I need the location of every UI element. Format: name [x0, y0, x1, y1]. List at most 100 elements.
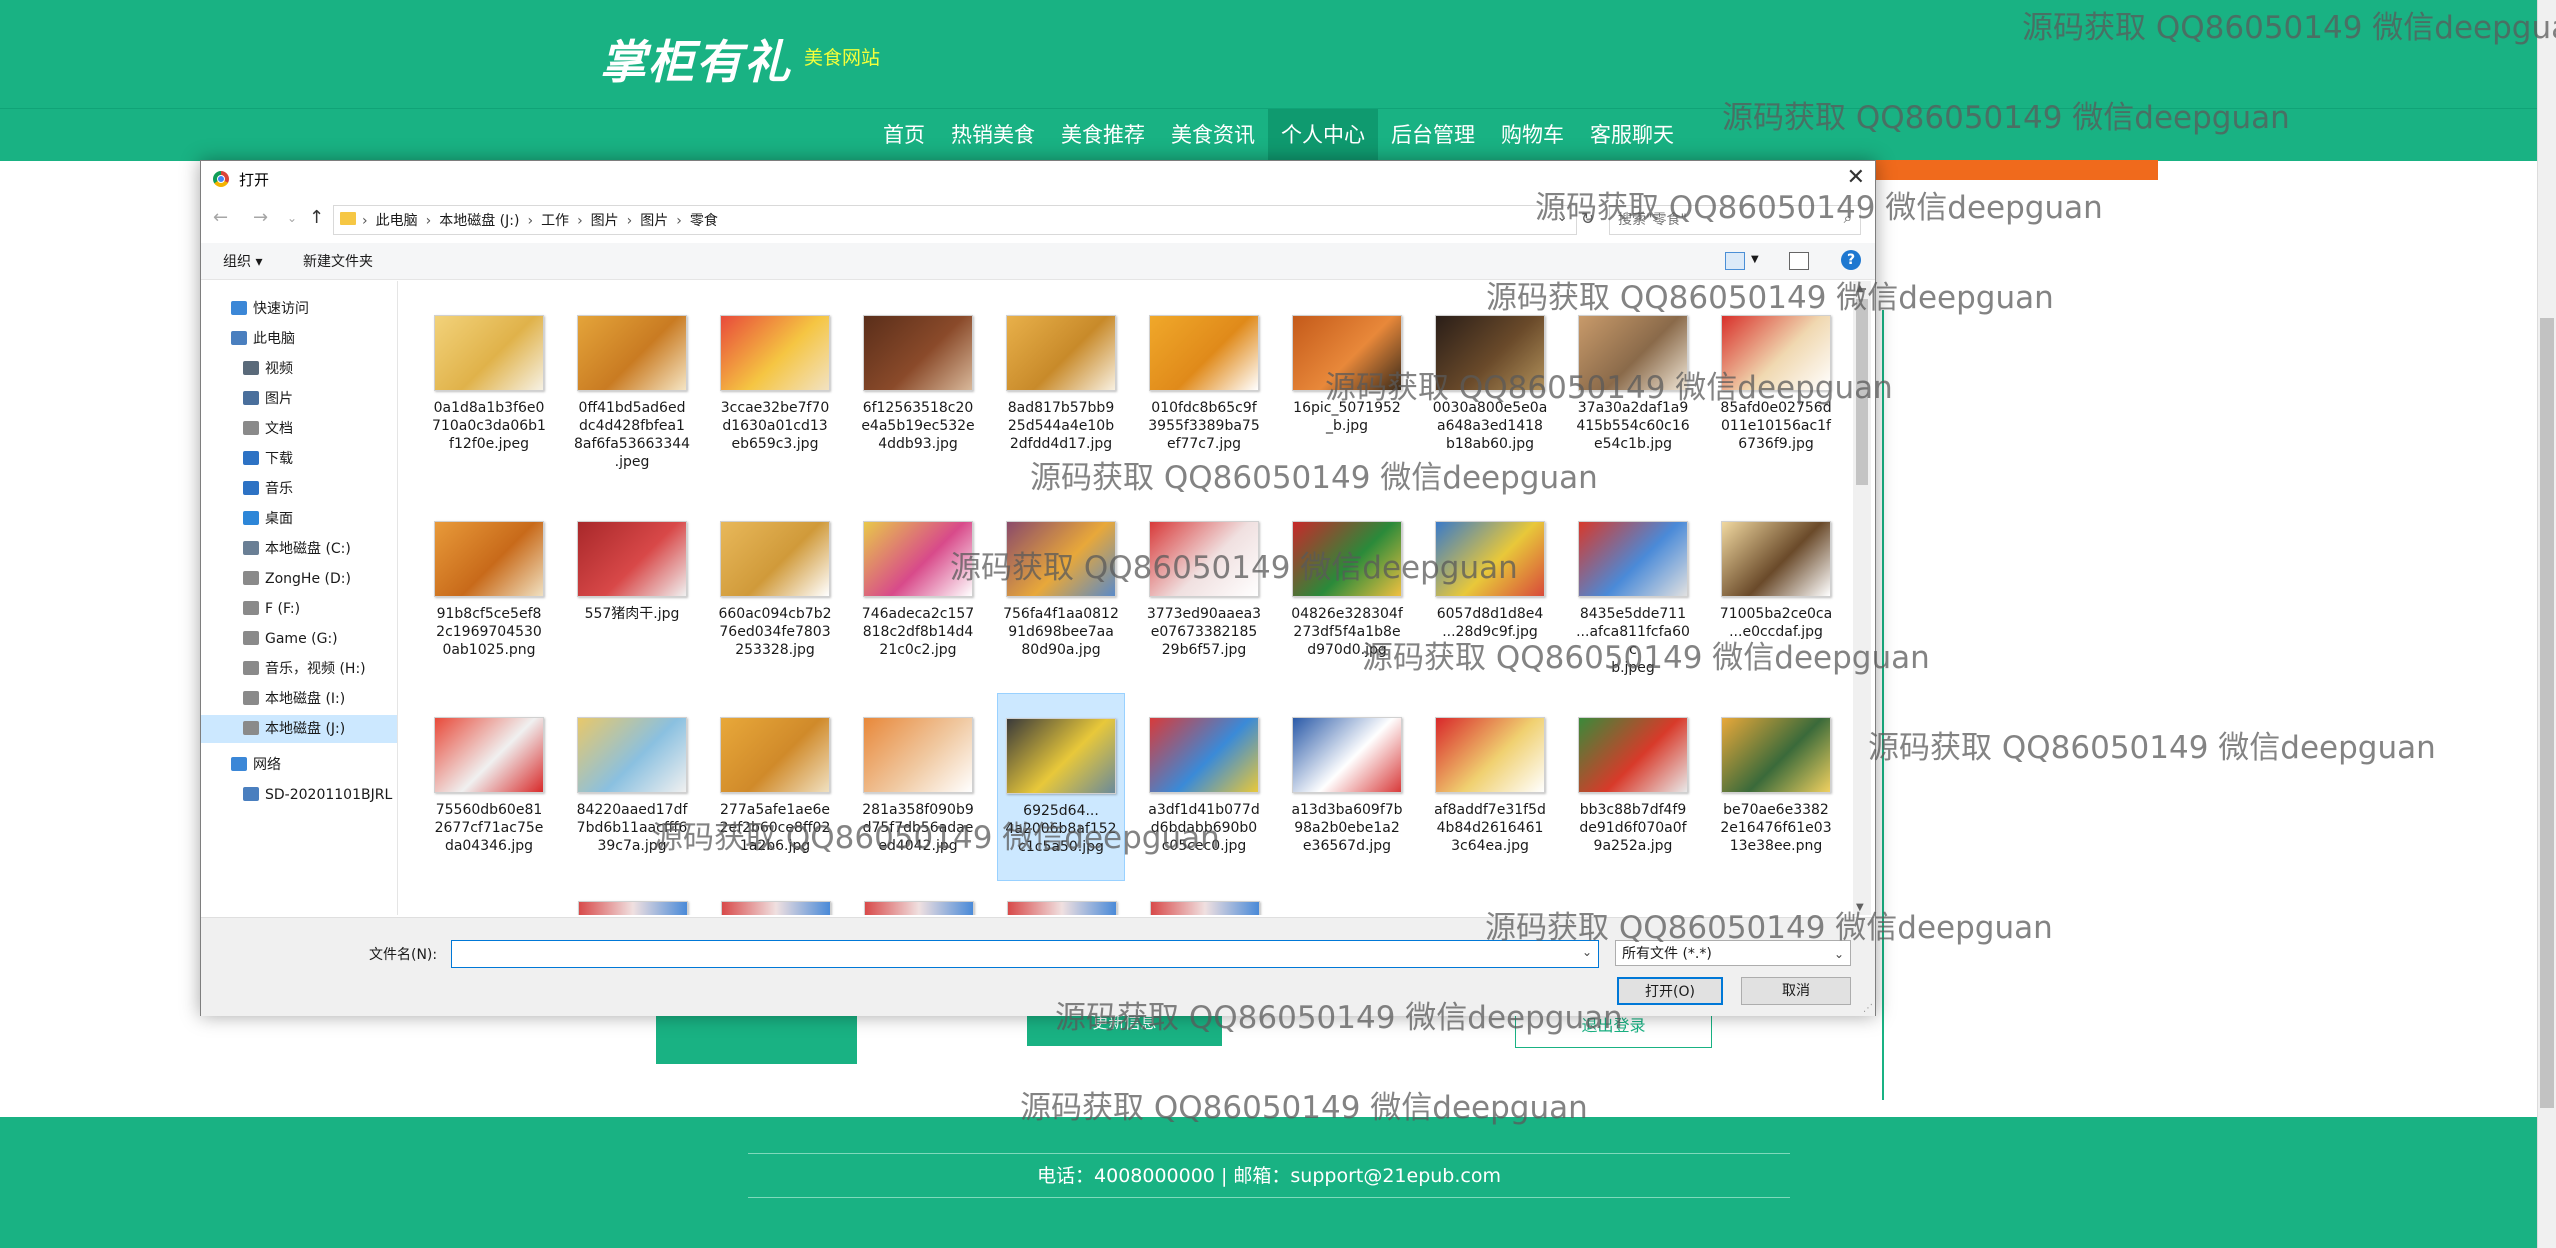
search-box[interactable]: ⌕: [1609, 205, 1861, 235]
file-item[interactable]: a3df1d41b077d d6bdabb690b0 c05cec0.jpg: [1140, 693, 1268, 881]
nav-pane-item[interactable]: Game (G:): [201, 625, 397, 653]
breadcrumb-separator-icon[interactable]: ›: [362, 213, 368, 229]
preview-pane-icon[interactable]: [1789, 252, 1809, 270]
file-item[interactable]: 281a358f090b9 d75f7db56adae ed4042.jpg: [854, 693, 982, 881]
breadcrumb-separator-icon[interactable]: ›: [627, 213, 633, 229]
nav-pane-item[interactable]: 文档: [201, 415, 397, 443]
nav-pane-item[interactable]: 本地磁盘 (J:): [201, 715, 397, 743]
file-item[interactable]: 746adeca2c157 818c2df8b14d4 21c0c2.jpg: [854, 497, 982, 685]
help-icon[interactable]: ?: [1841, 250, 1861, 270]
open-button[interactable]: 打开(O): [1617, 977, 1723, 1005]
nav-item[interactable]: 美食资讯: [1158, 109, 1268, 161]
scroll-down-icon[interactable]: ▼: [1856, 902, 1864, 913]
new-folder-button[interactable]: 新建文件夹: [303, 251, 373, 271]
recent-locations-icon[interactable]: ⌄: [287, 211, 297, 225]
breadcrumb-separator-icon[interactable]: ›: [577, 213, 583, 229]
file-item[interactable]: a13d3ba609f7b 98a2b0ebe1a2 e36567d.jpg: [1283, 693, 1411, 881]
file-item[interactable]: 37a30a2daf1a9 415b554c60c16 e54c1b.jpg: [1569, 291, 1697, 479]
breadcrumb-item[interactable]: 此电脑: [376, 213, 418, 229]
breadcrumb-item[interactable]: 图片: [640, 213, 668, 229]
nav-pane-item[interactable]: ZongHe (D:): [201, 565, 397, 593]
nav-pane-item[interactable]: 本地磁盘 (C:): [201, 535, 397, 563]
file-item[interactable]: 75560db60e81 2677cf71ac75e da04346.jpg: [425, 693, 553, 881]
file-item[interactable]: 557猪肉干.jpg: [568, 497, 696, 685]
scroll-up-icon[interactable]: ▲: [1856, 283, 1864, 294]
nav-pane-item[interactable]: 图片: [201, 385, 397, 413]
avatar-upload-block[interactable]: [656, 1012, 857, 1064]
file-type-select[interactable]: 所有文件 (*.*) ⌄: [1615, 940, 1851, 966]
nav-pane-label: 文档: [265, 421, 293, 437]
file-item[interactable]: af8addf7e31f5d 4b84d2616461 3c64ea.jpg: [1426, 693, 1554, 881]
nav-item[interactable]: 后台管理: [1378, 109, 1488, 161]
file-item[interactable]: 277a5afe1ae6e 2ef2b60ce8ff02 1a2b6.jpg: [711, 693, 839, 881]
nav-pane-item[interactable]: SD-20201101BJRL: [201, 781, 397, 809]
file-list-scrollbar[interactable]: ▲ ▼: [1853, 281, 1871, 915]
view-dropdown-icon[interactable]: ▼: [1751, 254, 1759, 265]
chevron-down-icon[interactable]: ⌄: [1556, 209, 1568, 225]
breadcrumb-separator-icon[interactable]: ›: [527, 213, 533, 229]
nav-pane-item[interactable]: 本地磁盘 (I:): [201, 685, 397, 713]
organize-menu[interactable]: 组织 ▾: [223, 251, 262, 271]
change-view-icon[interactable]: [1725, 252, 1745, 270]
filename-field[interactable]: ⌄: [451, 940, 1599, 968]
file-item[interactable]: 0a1d8a1b3f6e0 710a0c3da06b1 f12f0e.jpeg: [425, 291, 553, 479]
nav-pane-item[interactable]: 视频: [201, 355, 397, 383]
resize-grip-icon[interactable]: ⋰: [1863, 1003, 1873, 1014]
file-item[interactable]: 6925d64... 4a2006b8af152 c1c5a50.jpg: [997, 693, 1125, 881]
breadcrumb-separator-icon[interactable]: ›: [426, 213, 432, 229]
file-item[interactable]: 6057d8d1d8e4 ...28d9c9f.jpg: [1426, 497, 1554, 685]
file-item[interactable]: 660ac094cb7b2 76ed034fe7803 253328.jpg: [711, 497, 839, 685]
file-list-scrollbar-thumb[interactable]: [1856, 299, 1868, 485]
back-arrow-icon[interactable]: ←: [213, 207, 228, 228]
file-item[interactable]: 84220aaed17df 7bd6b11aacfff6 39c7a.jpg: [568, 693, 696, 881]
file-item[interactable]: 91b8cf5ce5ef8 2c1969704530 0ab1025.png: [425, 497, 553, 685]
file-item[interactable]: 16pic_5071952 _b.jpg: [1283, 291, 1411, 479]
file-item[interactable]: bb3c88b7df4f9 de91d6f070a0f 9a252a.jpg: [1569, 693, 1697, 881]
filename-input[interactable]: [452, 941, 1598, 967]
nav-pane-item[interactable]: 桌面: [201, 505, 397, 533]
nav-pane-item[interactable]: 网络: [201, 751, 397, 779]
file-item[interactable]: 3773ed90aaea3 e07673382185 29b6f57.jpg: [1140, 497, 1268, 685]
nav-pane-item[interactable]: 下载: [201, 445, 397, 473]
breadcrumb-item[interactable]: 图片: [591, 213, 619, 229]
refresh-icon[interactable]: ↻: [1581, 209, 1594, 228]
nav-item[interactable]: 美食推荐: [1048, 109, 1158, 161]
nav-pane-item[interactable]: 此电脑: [201, 325, 397, 353]
page-scrollbar[interactable]: [2537, 0, 2556, 1248]
nav-item[interactable]: 购物车: [1488, 109, 1577, 161]
file-item[interactable]: 8435e5dde711 ...afca811fcfa60c b.jpeg: [1569, 497, 1697, 685]
file-item[interactable]: 0ff41bd5ad6ed dc4d428fbfea1 8af6fa53663344…: [568, 291, 696, 479]
nav-item[interactable]: 热销美食: [938, 109, 1048, 161]
search-input[interactable]: [1616, 209, 1830, 231]
file-item[interactable]: 010fdc8b65c9f 3955f3389ba75 ef77c7.jpg: [1140, 291, 1268, 479]
file-item[interactable]: 3ccae32be7f70 d1630a01cd13 eb659c3.jpg: [711, 291, 839, 479]
breadcrumb-separator-icon[interactable]: ›: [676, 213, 682, 229]
nav-pane-item[interactable]: 快速访问: [201, 295, 397, 323]
cancel-button[interactable]: 取消: [1741, 977, 1851, 1005]
file-item[interactable]: 6f12563518c20 e4a5b19ec532e 4ddb93.jpg: [854, 291, 982, 479]
file-item[interactable]: 71005ba2ce0ca ...e0ccdaf.jpg: [1712, 497, 1840, 685]
nav-item[interactable]: 首页: [870, 109, 938, 161]
nav-item[interactable]: 个人中心: [1268, 109, 1378, 161]
address-bar[interactable]: › 此电脑 › 本地磁盘 (J:) › 工作 › 图片 › 图片 › 零食 ⌄: [333, 205, 1577, 235]
nav-pane-item[interactable]: F (F:): [201, 595, 397, 623]
file-item[interactable]: be70ae6e3382 2e16476f61e03 13e38ee.png: [1712, 693, 1840, 881]
dialog-titlebar[interactable]: 打开 ✕: [201, 161, 1875, 197]
breadcrumb-item[interactable]: 零食: [690, 213, 718, 229]
close-icon[interactable]: ✕: [1847, 165, 1865, 190]
breadcrumb-item[interactable]: 本地磁盘 (J:): [439, 213, 519, 229]
forward-arrow-icon[interactable]: →: [253, 207, 268, 228]
file-item[interactable]: 756fa4f1aa0812 91d698bee7aa 80d90a.jpg: [997, 497, 1125, 685]
file-item[interactable]: 85afd0e02756d 011e10156ac1f 6736f9.jpg: [1712, 291, 1840, 479]
site-logo[interactable]: 掌柜有礼 美食网站: [600, 26, 880, 92]
nav-pane-item[interactable]: 音乐，视频 (H:): [201, 655, 397, 683]
file-item[interactable]: 0030a800e5e0a a648a3ed1418 b18ab60.jpg: [1426, 291, 1554, 479]
file-item[interactable]: 04826e328304f 273df5f4a1b8e d970d0.jpg: [1283, 497, 1411, 685]
page-scrollbar-thumb[interactable]: [2540, 318, 2554, 1108]
breadcrumb-item[interactable]: 工作: [541, 213, 569, 229]
file-item[interactable]: 8ad817b57bb9 25d544a4e10b 2dfdd4d17.jpg: [997, 291, 1125, 479]
nav-pane-item[interactable]: 音乐: [201, 475, 397, 503]
up-arrow-icon[interactable]: ↑: [309, 207, 324, 228]
filename-dropdown-icon[interactable]: ⌄: [1582, 945, 1592, 959]
nav-item[interactable]: 客服聊天: [1577, 109, 1687, 161]
